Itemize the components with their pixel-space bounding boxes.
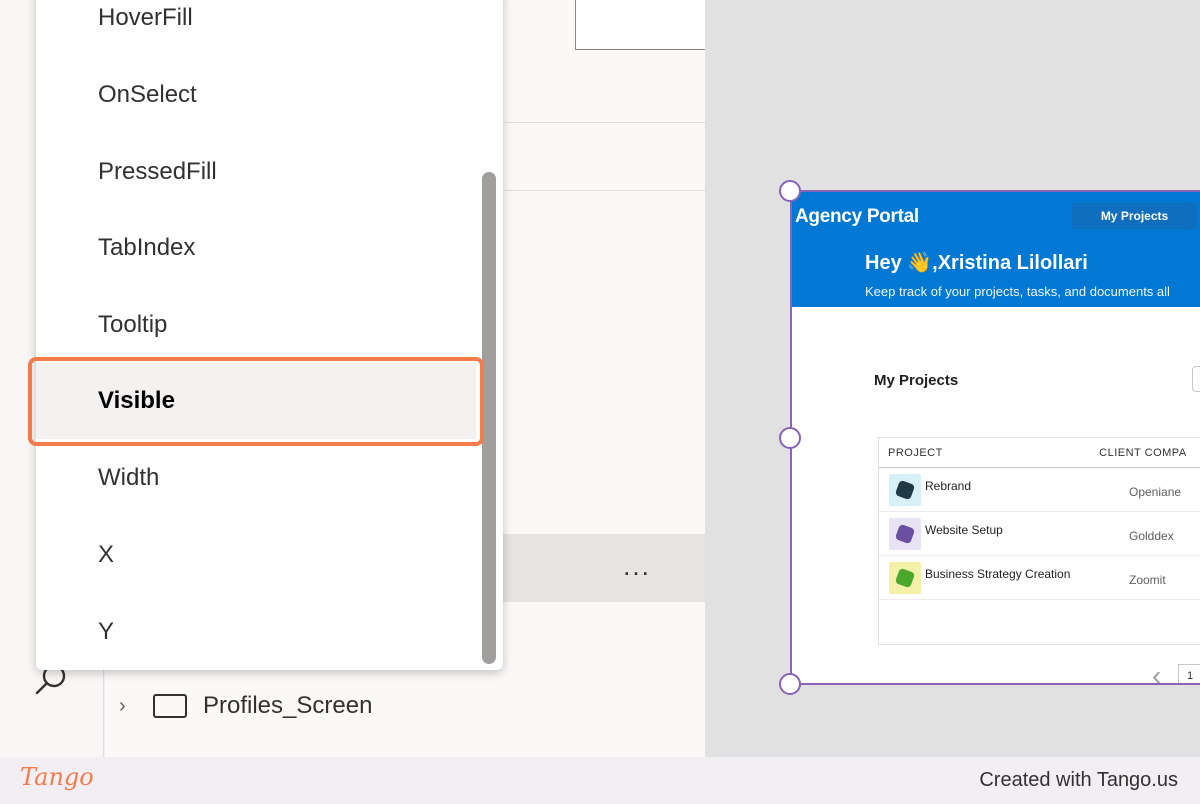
footer-credit: Created with Tango.us	[979, 769, 1178, 791]
project-name: Rebrand	[925, 478, 972, 493]
resize-handle-bottom-left[interactable]	[779, 673, 801, 695]
menu-item-tabindex[interactable]: TabIndex	[36, 210, 476, 286]
menu-item-hoverfill[interactable]: HoverFill	[36, 0, 476, 56]
menu-item-x[interactable]: X	[36, 517, 476, 593]
tab-my-projects[interactable]: My Projects	[1072, 203, 1197, 229]
project-logo-icon	[889, 517, 921, 550]
app-window: ... › Profiles_Screen Agency Portal My P…	[0, 0, 1200, 757]
pager-prev-icon[interactable]: ‹	[1152, 660, 1161, 683]
resize-handle-middle-left[interactable]	[779, 427, 801, 449]
divider	[505, 190, 705, 191]
project-logo-icon	[889, 561, 921, 594]
project-logo-icon	[889, 473, 921, 506]
more-options-button[interactable]: ...	[613, 546, 661, 590]
filter-button[interactable]	[1192, 366, 1200, 392]
menu-item-tooltip[interactable]: Tooltip	[36, 287, 476, 363]
dropdown-scrollbar[interactable]	[482, 172, 496, 664]
projects-table: PROJECT CLIENT COMPA Rebrand Openiane We…	[878, 437, 1200, 645]
highlight-annotation	[28, 357, 484, 446]
app-brand: Agency Portal	[795, 206, 919, 227]
pager-page-number[interactable]: 1	[1178, 664, 1200, 683]
tango-logo: Tango	[20, 763, 94, 791]
menu-item-y[interactable]: Y	[36, 594, 476, 670]
project-name: Website Setup	[925, 522, 1003, 537]
table-header: PROJECT CLIENT COMPA	[879, 438, 1200, 468]
chevron-right-icon[interactable]: ›	[119, 695, 143, 718]
client-name: Golddex	[1129, 528, 1174, 543]
screen-icon	[153, 694, 187, 718]
app-header: Agency Portal My Projects Hey 👋,Xristina…	[792, 192, 1200, 307]
table-row[interactable]: Rebrand Openiane	[879, 468, 1200, 512]
greeting-subtext: Keep track of your projects, tasks, and …	[865, 284, 1170, 299]
tree-item-label: Profiles_Screen	[203, 692, 373, 719]
column-header-client: CLIENT COMPA	[1099, 446, 1187, 459]
client-name: Openiane	[1129, 484, 1182, 499]
table-row[interactable]: Business Strategy Creation Zoomit	[879, 556, 1200, 600]
resize-handle-top-left[interactable]	[779, 180, 801, 202]
client-name: Zoomit	[1129, 572, 1166, 587]
property-dropdown-menu: HoverFill OnSelect PressedFill TabIndex …	[36, 0, 503, 670]
menu-item-onselect[interactable]: OnSelect	[36, 57, 476, 133]
project-name: Business Strategy Creation	[925, 566, 1071, 581]
section-title: My Projects	[874, 372, 959, 389]
divider	[505, 122, 705, 123]
footer-bar: Tango Created with Tango.us	[0, 757, 1200, 804]
column-header-project: PROJECT	[888, 446, 943, 459]
menu-item-width[interactable]: Width	[36, 440, 476, 516]
app-preview-screen[interactable]: Agency Portal My Projects Hey 👋,Xristina…	[790, 190, 1200, 685]
tree-item-profiles-screen[interactable]: › Profiles_Screen	[105, 680, 705, 732]
menu-item-pressedfill[interactable]: PressedFill	[36, 134, 476, 210]
table-row[interactable]: Website Setup Golddex	[879, 512, 1200, 556]
greeting-text: Hey 👋,Xristina Lilollari	[865, 252, 1088, 274]
